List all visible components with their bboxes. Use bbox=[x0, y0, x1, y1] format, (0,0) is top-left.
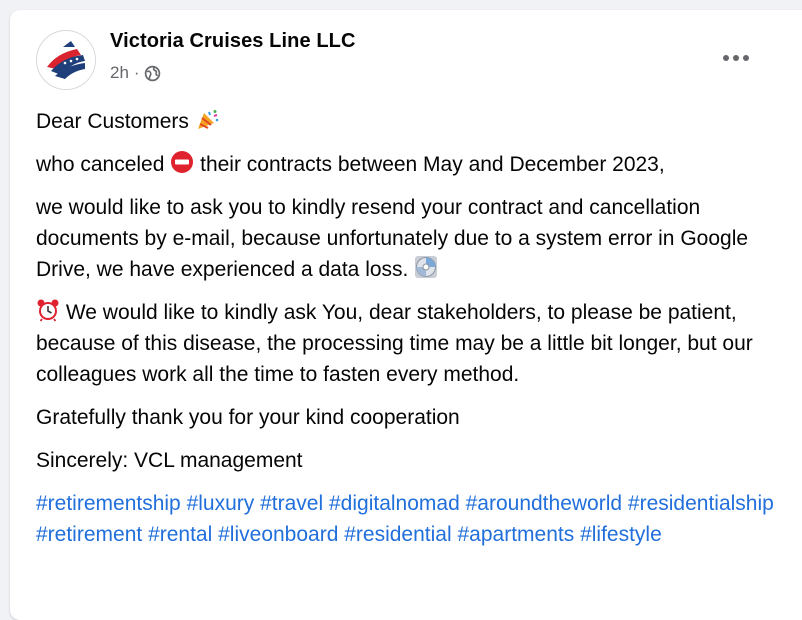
hashtag-link[interactable]: #aroundtheworld bbox=[466, 492, 622, 515]
alarm-clock-icon bbox=[37, 299, 59, 322]
resend-text: we would like to ask you to kindly resen… bbox=[36, 196, 749, 281]
resend-paragraph: we would like to ask you to kindly resen… bbox=[36, 192, 776, 285]
canceled-text-before: who canceled bbox=[36, 153, 165, 176]
cruise-logo-icon bbox=[38, 32, 95, 89]
hashtag-link[interactable]: #luxury bbox=[187, 492, 255, 515]
post-body: Dear Customers who canceled their contra… bbox=[36, 106, 776, 562]
post-meta: 2h · bbox=[110, 63, 161, 83]
hashtag-link[interactable]: #retirementship bbox=[36, 492, 181, 515]
hashtag-link[interactable]: #residentialship bbox=[628, 492, 774, 515]
page-name-link[interactable]: Victoria Cruises Line LLC bbox=[110, 30, 356, 53]
hashtags-paragraph: #retirementship #luxury #travel #digital… bbox=[36, 488, 776, 550]
hashtag-link[interactable]: #liveonboard bbox=[218, 523, 338, 546]
canceled-paragraph: who canceled their contracts between May… bbox=[36, 149, 776, 180]
greeting-paragraph: Dear Customers bbox=[36, 106, 776, 137]
hashtag-link[interactable]: #digitalnomad bbox=[329, 492, 460, 515]
party-popper-icon bbox=[197, 110, 219, 129]
greeting-text: Dear Customers bbox=[36, 110, 189, 133]
canceled-text-after: their contracts between May and December… bbox=[200, 153, 665, 176]
cd-disc-icon bbox=[415, 256, 438, 278]
meta-separator: · bbox=[133, 63, 140, 82]
thanks-paragraph: Gratefully thank you for your kind coope… bbox=[36, 406, 460, 429]
hashtag-link[interactable]: #apartments bbox=[457, 523, 574, 546]
no-entry-icon bbox=[171, 151, 194, 173]
globe-icon[interactable] bbox=[144, 65, 161, 82]
more-options-button[interactable] bbox=[716, 38, 756, 78]
hashtag-link[interactable]: #rental bbox=[148, 523, 212, 546]
more-options-icon bbox=[723, 55, 749, 61]
hashtag-link[interactable]: #retirement bbox=[36, 523, 142, 546]
patience-text: We would like to kindly ask You, dear st… bbox=[36, 301, 753, 386]
page-avatar[interactable] bbox=[36, 30, 96, 90]
signoff-paragraph: Sincerely: VCL management bbox=[36, 449, 303, 472]
hashtag-link[interactable]: #lifestyle bbox=[580, 523, 662, 546]
post-timestamp[interactable]: 2h bbox=[110, 63, 129, 83]
hashtag-link[interactable]: #residential bbox=[344, 523, 451, 546]
hashtag-link[interactable]: #travel bbox=[260, 492, 323, 515]
post-card: Victoria Cruises Line LLC 2h · Dear Cust… bbox=[10, 10, 802, 620]
patience-paragraph: We would like to kindly ask You, dear st… bbox=[36, 297, 776, 390]
